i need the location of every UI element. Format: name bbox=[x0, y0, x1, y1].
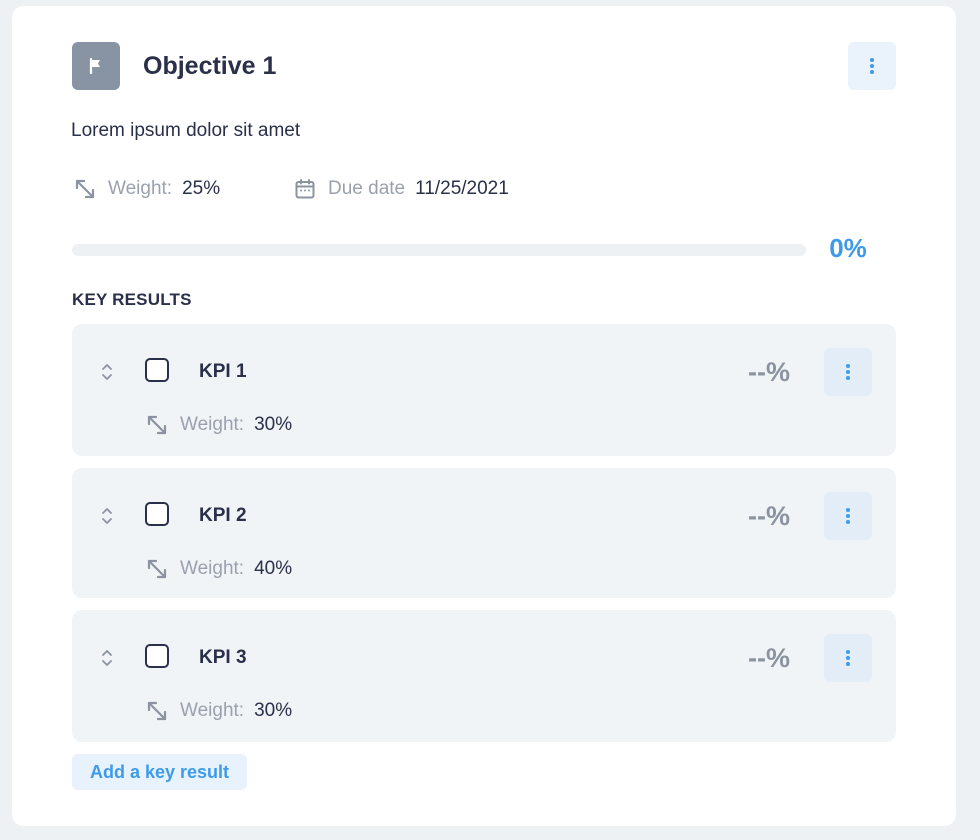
key-result-checkbox[interactable] bbox=[145, 502, 169, 526]
key-result-name: KPI 2 bbox=[199, 505, 247, 526]
add-key-result-button[interactable]: Add a key result bbox=[72, 754, 248, 790]
key-result-percent: --% bbox=[748, 501, 790, 531]
due-date-label: Due date bbox=[328, 178, 406, 199]
objective-weight: Weight: 25% bbox=[72, 176, 220, 202]
more-vertical-icon bbox=[846, 650, 850, 666]
key-result-menu-button[interactable] bbox=[824, 348, 872, 396]
weight-label: Weight: bbox=[180, 558, 245, 579]
key-result-menu-button[interactable] bbox=[824, 634, 872, 682]
key-result-weight: Weight: 40% bbox=[144, 556, 292, 582]
objective-description: Lorem ipsum dolor sit amet bbox=[71, 120, 301, 141]
weight-value: 30% bbox=[254, 700, 293, 721]
key-result-name: KPI 3 bbox=[199, 647, 247, 668]
drag-handle-icon[interactable] bbox=[98, 502, 116, 530]
more-vertical-icon bbox=[870, 58, 874, 74]
weight-label: Weight: bbox=[108, 178, 173, 199]
weight-arrows-icon bbox=[72, 176, 98, 202]
weight-arrows-icon bbox=[144, 698, 170, 724]
key-result-percent: --% bbox=[748, 357, 790, 387]
progress-percent: 0% bbox=[829, 233, 867, 263]
drag-handle-icon[interactable] bbox=[98, 358, 116, 386]
key-result-weight: Weight: 30% bbox=[144, 698, 292, 724]
key-result-weight: Weight: 30% bbox=[144, 412, 292, 438]
more-vertical-icon bbox=[846, 364, 850, 380]
weight-arrows-icon bbox=[144, 412, 170, 438]
flag-icon bbox=[72, 42, 120, 90]
key-result-percent: --% bbox=[748, 643, 790, 673]
progress-bar bbox=[72, 244, 806, 256]
objective-title: Objective 1 bbox=[143, 52, 277, 80]
objective-menu-button[interactable] bbox=[848, 42, 896, 90]
drag-handle-icon[interactable] bbox=[98, 644, 116, 672]
key-results-heading: KEY RESULTS bbox=[72, 290, 192, 309]
weight-label: Weight: bbox=[180, 414, 245, 435]
objective-card: Objective 1 Lorem ipsum dolor sit amet W… bbox=[12, 6, 956, 826]
weight-label: Weight: bbox=[180, 700, 245, 721]
objective-due-date: Due date 11/25/2021 bbox=[292, 176, 509, 202]
more-vertical-icon bbox=[846, 508, 850, 524]
weight-value: 25% bbox=[182, 178, 221, 199]
key-result-row: KPI 1 --% Weight: 30% bbox=[72, 324, 896, 456]
weight-arrows-icon bbox=[144, 556, 170, 582]
key-result-name: KPI 1 bbox=[199, 361, 247, 382]
calendar-icon bbox=[292, 176, 318, 202]
key-result-row: KPI 2 --% Weight: 40% bbox=[72, 468, 896, 598]
key-result-menu-button[interactable] bbox=[824, 492, 872, 540]
due-date-value: 11/25/2021 bbox=[415, 178, 509, 199]
weight-value: 40% bbox=[254, 558, 293, 579]
weight-value: 30% bbox=[254, 414, 293, 435]
key-result-checkbox[interactable] bbox=[145, 358, 169, 382]
key-result-checkbox[interactable] bbox=[145, 644, 169, 668]
key-result-row: KPI 3 --% Weight: 30% bbox=[72, 610, 896, 742]
